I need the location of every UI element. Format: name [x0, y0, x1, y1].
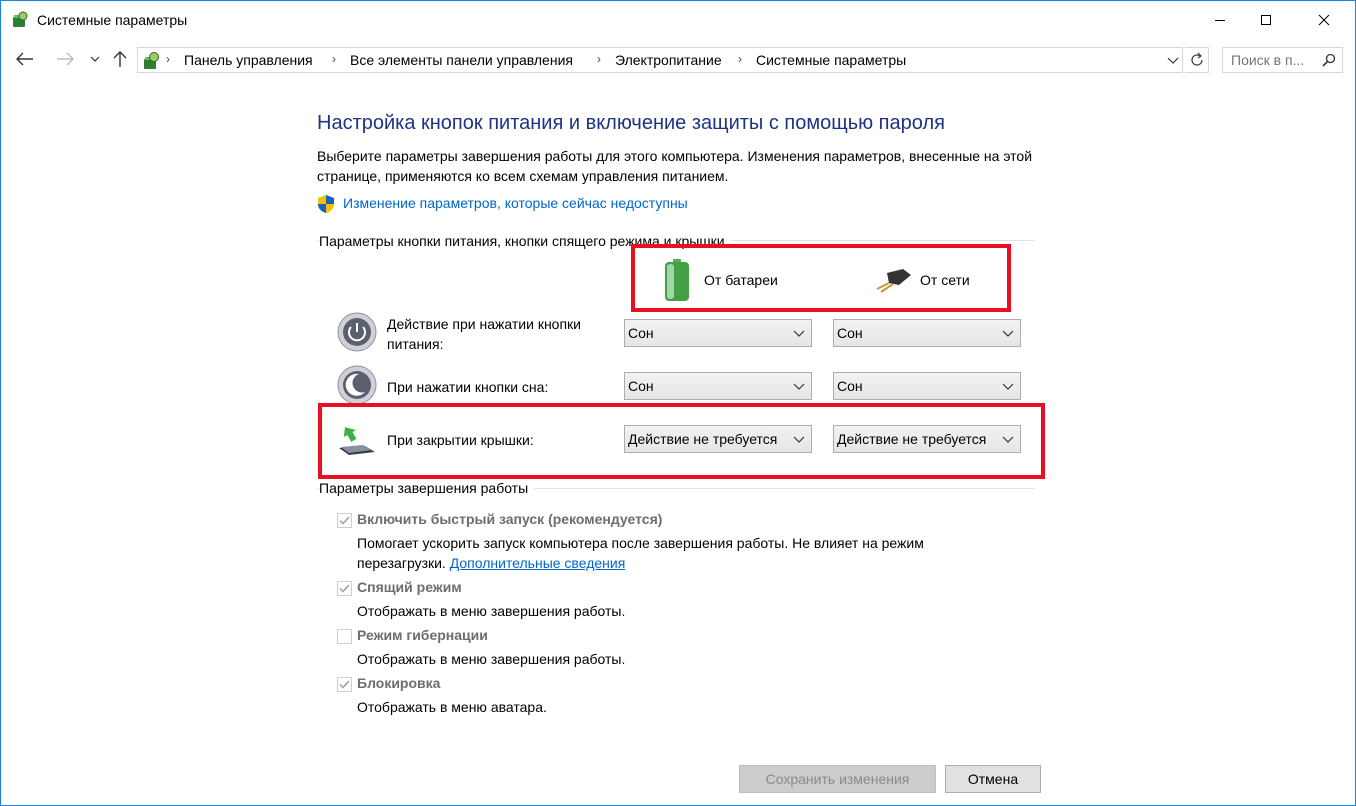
power-button-ac-select[interactable]: Сон [833, 319, 1021, 347]
selected-value: Сон [628, 325, 654, 341]
save-changes-button[interactable]: Сохранить изменения [739, 765, 936, 793]
column-plugged-in: От сети [920, 272, 970, 288]
sleep-checkbox[interactable] [337, 581, 352, 596]
battery-icon [665, 259, 689, 301]
breadcrumb-separator: › [597, 52, 601, 66]
breadcrumb-separator: › [166, 52, 170, 66]
selected-value: Действие не требуется [628, 431, 778, 447]
checkmark-icon [339, 584, 350, 593]
window-title: Системные параметры [37, 12, 188, 28]
uac-shield-icon [318, 195, 334, 213]
lid-close-ac-select[interactable]: Действие не требуется [833, 425, 1021, 453]
chevron-down-icon [1002, 330, 1014, 337]
close-icon [1318, 14, 1330, 26]
back-button[interactable] [13, 47, 37, 71]
more-info-link[interactable]: Дополнительные сведения [450, 555, 626, 571]
sleep-button-battery-select[interactable]: Сон [624, 372, 812, 400]
checkmark-icon [339, 680, 350, 689]
laptop-lid-icon [339, 427, 375, 455]
refresh-icon [1190, 52, 1203, 66]
chevron-down-icon [1002, 436, 1014, 443]
address-bar[interactable]: › Панель управления › Все элементы панел… [137, 47, 1183, 73]
page-title: Настройка кнопок питания и включение защ… [317, 112, 945, 134]
search-input[interactable] [1231, 51, 1317, 69]
sleep-button-icon [337, 365, 377, 405]
checkmark-icon [339, 516, 350, 525]
lid-close-action-label: При закрытии крышки: [387, 432, 534, 448]
chevron-down-icon [1002, 383, 1014, 390]
power-button-action-label: Действие при нажатии кнопки питания: [387, 316, 581, 352]
chevron-down-icon [793, 436, 805, 443]
sleep-option-description: Отображать в меню завершения работы. [357, 603, 626, 619]
fast-startup-description-line2: перезагрузки. Дополнительные сведения [357, 553, 625, 573]
address-history-dropdown-icon[interactable] [1166, 53, 1180, 67]
lock-option-label: Блокировка [357, 675, 441, 691]
lock-checkbox[interactable] [337, 677, 352, 692]
selected-value: Сон [837, 378, 863, 394]
hibernate-checkbox[interactable] [337, 629, 352, 644]
chevron-down-icon [793, 330, 805, 337]
shutdown-group-label: Параметры завершения работы [319, 480, 535, 496]
sleep-option-label: Спящий режим [357, 579, 462, 595]
power-options-icon [13, 11, 28, 27]
arrow-left-icon [16, 52, 33, 66]
close-button[interactable] [1301, 1, 1347, 39]
column-on-battery: От батареи [704, 272, 778, 288]
selected-value: Сон [837, 325, 863, 341]
up-button[interactable] [108, 47, 132, 71]
recent-locations-button[interactable] [83, 47, 107, 71]
power-button-battery-select[interactable]: Сон [624, 319, 812, 347]
hibernate-option-description: Отображать в меню завершения работы. [357, 651, 626, 667]
minimize-button[interactable] [1197, 1, 1243, 39]
minimize-icon [1215, 20, 1225, 21]
search-box[interactable] [1222, 47, 1343, 73]
lock-option-description: Отображать в меню аватара. [357, 699, 547, 715]
breadcrumb-control-panel[interactable]: Панель управления [184, 52, 313, 68]
breadcrumb-separator: › [332, 52, 336, 66]
maximize-button[interactable] [1243, 1, 1289, 39]
breadcrumb-power-options[interactable]: Электропитание [615, 52, 722, 68]
power-button-icon [337, 312, 377, 352]
fast-startup-description-tail: перезагрузки. [357, 555, 446, 571]
selected-value: Действие не требуется [837, 431, 987, 447]
hibernate-option-label: Режим гибернации [357, 627, 488, 643]
maximize-icon [1261, 15, 1271, 25]
sleep-button-action-label: При нажатии кнопки сна: [387, 379, 549, 395]
selected-value: Сон [628, 378, 654, 394]
breadcrumb-separator: › [738, 52, 742, 66]
refresh-button[interactable] [1185, 47, 1209, 73]
sleep-button-ac-select[interactable]: Сон [833, 372, 1021, 400]
page-description: Выберите параметры завершения работы для… [317, 148, 1033, 184]
change-unavailable-settings-link[interactable]: Изменение параметров, которые сейчас нед… [343, 195, 688, 211]
fast-startup-label: Включить быстрый запуск (рекомендуется) [357, 511, 663, 527]
control-panel-icon [144, 52, 159, 69]
fast-startup-description: Помогает ускорить запуск компьютера посл… [357, 535, 924, 551]
forward-button[interactable] [53, 47, 77, 71]
search-icon[interactable] [1322, 53, 1336, 67]
chevron-down-icon [90, 56, 100, 62]
arrow-up-icon [113, 51, 127, 67]
chevron-down-icon [793, 383, 805, 390]
lid-close-battery-select[interactable]: Действие не требуется [624, 425, 812, 453]
window: Системные параметры › Панель управления … [0, 0, 1356, 806]
cancel-button[interactable]: Отмена [945, 765, 1041, 793]
breadcrumb-system-settings[interactable]: Системные параметры [756, 52, 906, 68]
breadcrumb-all-items[interactable]: Все элементы панели управления [350, 52, 573, 68]
power-plug-icon [876, 269, 911, 293]
arrow-right-icon [57, 52, 74, 66]
fast-startup-checkbox[interactable] [337, 513, 352, 528]
title-bar: Системные параметры [1, 1, 1355, 39]
